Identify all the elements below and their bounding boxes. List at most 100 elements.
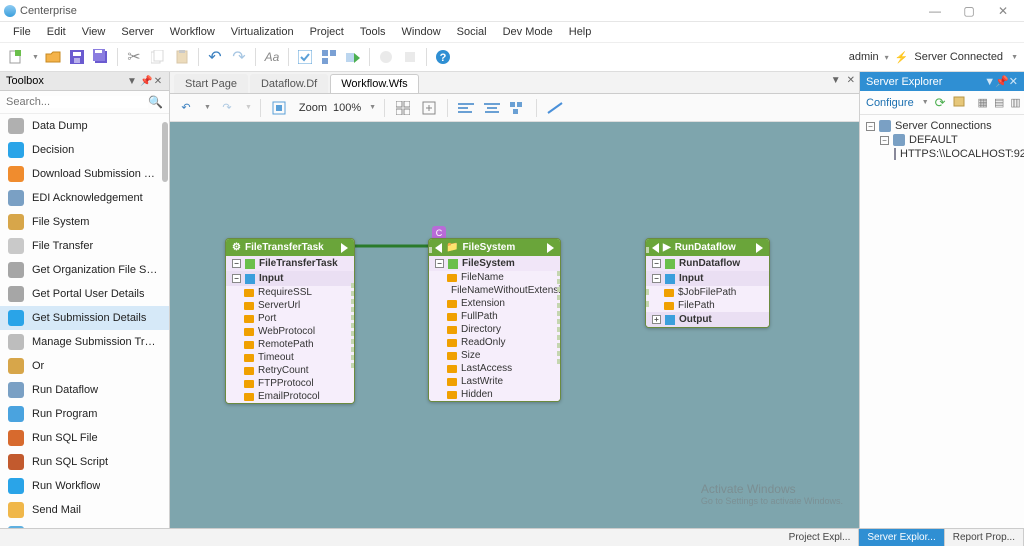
- copy-icon[interactable]: [148, 47, 168, 67]
- node-field[interactable]: Extension: [429, 297, 560, 310]
- node-field[interactable]: LastAccess: [429, 362, 560, 375]
- toolbox-item[interactable]: Run Workflow: [0, 474, 169, 498]
- tab-dropdown-icon[interactable]: ▼: [831, 75, 841, 86]
- minimize-button[interactable]: —: [918, 4, 952, 18]
- dropdown-icon[interactable]: ▼: [922, 99, 929, 106]
- new-icon[interactable]: [6, 47, 26, 67]
- status-server-explorer[interactable]: Server Explor...: [859, 529, 944, 546]
- arrange-icon[interactable]: [508, 98, 528, 118]
- node-filetransfertask[interactable]: ⚙FileTransferTask −FileTransferTask −Inp…: [225, 238, 355, 404]
- dropdown-icon[interactable]: ▼: [127, 76, 137, 87]
- output-port[interactable]: [557, 287, 561, 292]
- node-rundataflow[interactable]: ▶RunDataflow −RunDataflow −Input $JobFil…: [645, 238, 770, 328]
- view-b-icon[interactable]: ▤: [994, 96, 1004, 109]
- output-port[interactable]: [557, 271, 561, 276]
- dropdown-icon[interactable]: ▼: [984, 76, 995, 88]
- menu-social[interactable]: Social: [450, 24, 494, 40]
- output-port[interactable]: [557, 351, 561, 356]
- menu-help[interactable]: Help: [562, 24, 599, 40]
- status-dropdown-icon[interactable]: ▼: [1011, 54, 1018, 61]
- redo-icon[interactable]: ↷: [217, 98, 237, 118]
- tree-default[interactable]: −DEFAULT: [866, 133, 1018, 147]
- node-field[interactable]: Port: [226, 312, 354, 325]
- node-field[interactable]: FTPProtocol: [226, 377, 354, 390]
- save-all-icon[interactable]: [91, 47, 111, 67]
- node-field[interactable]: FileName: [429, 271, 560, 284]
- tool-a-icon[interactable]: [376, 47, 396, 67]
- grid-icon[interactable]: [393, 98, 413, 118]
- output-port[interactable]: [557, 319, 561, 324]
- configure-link[interactable]: Configure: [866, 97, 914, 109]
- output-port[interactable]: [557, 303, 561, 308]
- output-port[interactable]: [557, 311, 561, 316]
- menu-tools[interactable]: Tools: [353, 24, 393, 40]
- search-input[interactable]: [6, 96, 148, 108]
- output-port[interactable]: [351, 291, 355, 296]
- tab-start-page[interactable]: Start Page: [174, 74, 248, 93]
- undo-icon[interactable]: ↶: [176, 98, 196, 118]
- view-a-icon[interactable]: ▦: [978, 96, 988, 109]
- node-field[interactable]: $JobFilePath: [646, 286, 769, 299]
- toolbox-item[interactable]: Download Submission File: [0, 162, 169, 186]
- menu-file[interactable]: File: [6, 24, 38, 40]
- output-port[interactable]: [557, 335, 561, 340]
- collapse-icon[interactable]: −: [232, 274, 241, 283]
- tab-workflow[interactable]: Workflow.Wfs: [330, 74, 418, 93]
- node-field[interactable]: FilePath: [646, 299, 769, 312]
- toolbox-item[interactable]: Send Mail: [0, 498, 169, 522]
- collapse-icon[interactable]: −: [435, 259, 444, 268]
- output-port-icon[interactable]: [756, 243, 763, 253]
- toolbox-item[interactable]: Run SQL File: [0, 426, 169, 450]
- zoom-dropdown-icon[interactable]: ▼: [369, 104, 376, 111]
- output-port[interactable]: [351, 307, 355, 312]
- output-port[interactable]: [557, 327, 561, 332]
- layout-icon[interactable]: [319, 47, 339, 67]
- pin-icon[interactable]: 📌: [140, 76, 150, 87]
- output-port[interactable]: [351, 355, 355, 360]
- node-field[interactable]: LastWrite: [429, 375, 560, 388]
- toolbox-item[interactable]: Manage Submission Transaction: [0, 330, 169, 354]
- dropdown-icon[interactable]: ▼: [32, 54, 39, 61]
- menu-window[interactable]: Window: [395, 24, 448, 40]
- align-center-icon[interactable]: [482, 98, 502, 118]
- collapse-icon[interactable]: −: [866, 122, 875, 131]
- output-port[interactable]: [351, 283, 355, 288]
- node-field[interactable]: Timeout: [226, 351, 354, 364]
- node-field[interactable]: ReadOnly: [429, 336, 560, 349]
- tree-endpoint[interactable]: HTTPS:\\LOCALHOST:9261: [866, 147, 1018, 161]
- toolbox-item[interactable]: Get Submission Details: [0, 306, 169, 330]
- output-port[interactable]: [557, 343, 561, 348]
- user-label[interactable]: admin: [849, 51, 879, 63]
- node-filesystem[interactable]: 📁FileSystem −FileSystem FileNameFileName…: [428, 238, 561, 402]
- toolbox-item[interactable]: Run SQL Script: [0, 450, 169, 474]
- close-icon[interactable]: ✕: [1009, 75, 1018, 88]
- toolbox-item[interactable]: Run Program: [0, 402, 169, 426]
- menu-workflow[interactable]: Workflow: [163, 24, 222, 40]
- collapse-icon[interactable]: −: [232, 259, 241, 268]
- output-port[interactable]: [351, 323, 355, 328]
- user-dropdown-icon[interactable]: ▾: [885, 53, 889, 62]
- tab-close-icon[interactable]: ✕: [847, 75, 855, 86]
- input-port-icon[interactable]: [435, 243, 442, 253]
- save-icon[interactable]: [67, 47, 87, 67]
- refresh-icon[interactable]: ⟳: [935, 95, 946, 111]
- toolbox-item[interactable]: Run Dataflow: [0, 378, 169, 402]
- collapse-icon[interactable]: −: [880, 136, 889, 145]
- toolbox-item[interactable]: Or: [0, 354, 169, 378]
- workflow-canvas[interactable]: C ⚙FileTransferTask −FileTransferTask −I…: [170, 122, 859, 528]
- node-field[interactable]: RetryCount: [226, 364, 354, 377]
- node-field[interactable]: Hidden: [429, 388, 560, 401]
- validate-icon[interactable]: [295, 47, 315, 67]
- toolbox-item[interactable]: Update Submission Status: [0, 522, 169, 528]
- toolbox-item[interactable]: File Transfer: [0, 234, 169, 258]
- output-port[interactable]: [557, 359, 561, 364]
- help-icon[interactable]: ?: [433, 47, 453, 67]
- output-port-icon[interactable]: [547, 243, 554, 253]
- status-project-explorer[interactable]: Project Expl...: [781, 529, 860, 546]
- input-port-icon[interactable]: [652, 243, 659, 253]
- collapse-icon[interactable]: −: [652, 274, 661, 283]
- scrollbar-thumb[interactable]: [162, 122, 168, 182]
- output-port[interactable]: [351, 363, 355, 368]
- close-button[interactable]: ✕: [986, 4, 1020, 18]
- tool-b-icon[interactable]: [400, 47, 420, 67]
